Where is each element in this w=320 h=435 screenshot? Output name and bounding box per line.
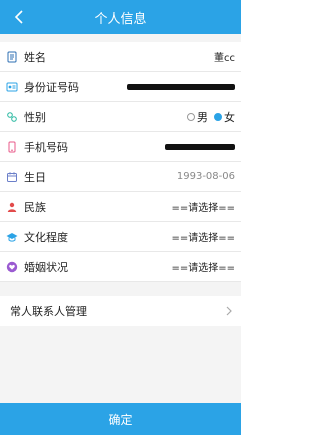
birthday-label: 生日: [24, 170, 46, 184]
marital-row[interactable]: 婚姻状况 ==请选择==: [0, 252, 241, 282]
confirm-button[interactable]: 确定: [0, 403, 241, 435]
id-row[interactable]: 身份证号码: [0, 72, 241, 102]
back-button[interactable]: [10, 7, 28, 27]
id-label: 身份证号码: [24, 80, 79, 94]
gender-female-label: 女: [224, 110, 235, 124]
contact-management-row[interactable]: 常人联系人管理: [0, 296, 241, 326]
chevron-right-icon: [226, 306, 232, 316]
ethnicity-select[interactable]: ==请选择==: [171, 199, 235, 214]
heart-icon: [6, 261, 18, 273]
id-card-icon: [6, 81, 18, 93]
name-row[interactable]: 姓名 董cc: [0, 42, 241, 72]
gender-option-male[interactable]: 男: [187, 109, 208, 125]
birthday-value[interactable]: 1993-08-06: [177, 171, 235, 182]
profile-screen: 个人信息 姓名 董cc 身份证号码 性别 男 女 手机号码 生日 1993-08…: [0, 0, 241, 435]
calendar-icon: [6, 171, 18, 183]
phone-row[interactable]: 手机号码: [0, 132, 241, 162]
gender-row: 性别 男 女: [0, 102, 241, 132]
graduation-cap-icon: [6, 231, 18, 243]
name-label: 姓名: [24, 50, 46, 64]
chevron-left-icon: [14, 10, 23, 24]
gender-male-label: 男: [197, 110, 208, 124]
marital-label: 婚姻状况: [24, 260, 68, 274]
gender-icon: [6, 111, 18, 123]
gender-label: 性别: [24, 110, 46, 124]
page-title: 个人信息: [94, 11, 147, 27]
people-icon: [6, 201, 18, 213]
profile-form: 姓名 董cc 身份证号码 性别 男 女 手机号码 生日 1993-08-06 民…: [0, 42, 241, 282]
phone-icon: [6, 141, 18, 153]
top-bar: 个人信息: [0, 0, 241, 34]
ethnicity-row[interactable]: 民族 ==请选择==: [0, 192, 241, 222]
phone-redacted-value: [165, 144, 235, 150]
radio-unchecked-icon: [187, 112, 195, 121]
contact-management-label: 常人联系人管理: [10, 305, 87, 318]
marital-select[interactable]: ==请选择==: [171, 259, 235, 274]
birthday-row[interactable]: 生日 1993-08-06: [0, 162, 241, 192]
phone-label: 手机号码: [24, 140, 68, 154]
gender-option-female[interactable]: 女: [214, 109, 235, 125]
education-select[interactable]: ==请选择==: [171, 229, 235, 244]
ethnicity-label: 民族: [24, 200, 46, 214]
gender-radio-group: 男 女: [181, 109, 235, 125]
education-row[interactable]: 文化程度 ==请选择==: [0, 222, 241, 252]
education-label: 文化程度: [24, 230, 68, 244]
radio-checked-icon: [214, 112, 222, 121]
document-icon: [6, 51, 18, 63]
name-value[interactable]: 董cc: [214, 49, 235, 64]
id-redacted-value: [127, 84, 235, 90]
